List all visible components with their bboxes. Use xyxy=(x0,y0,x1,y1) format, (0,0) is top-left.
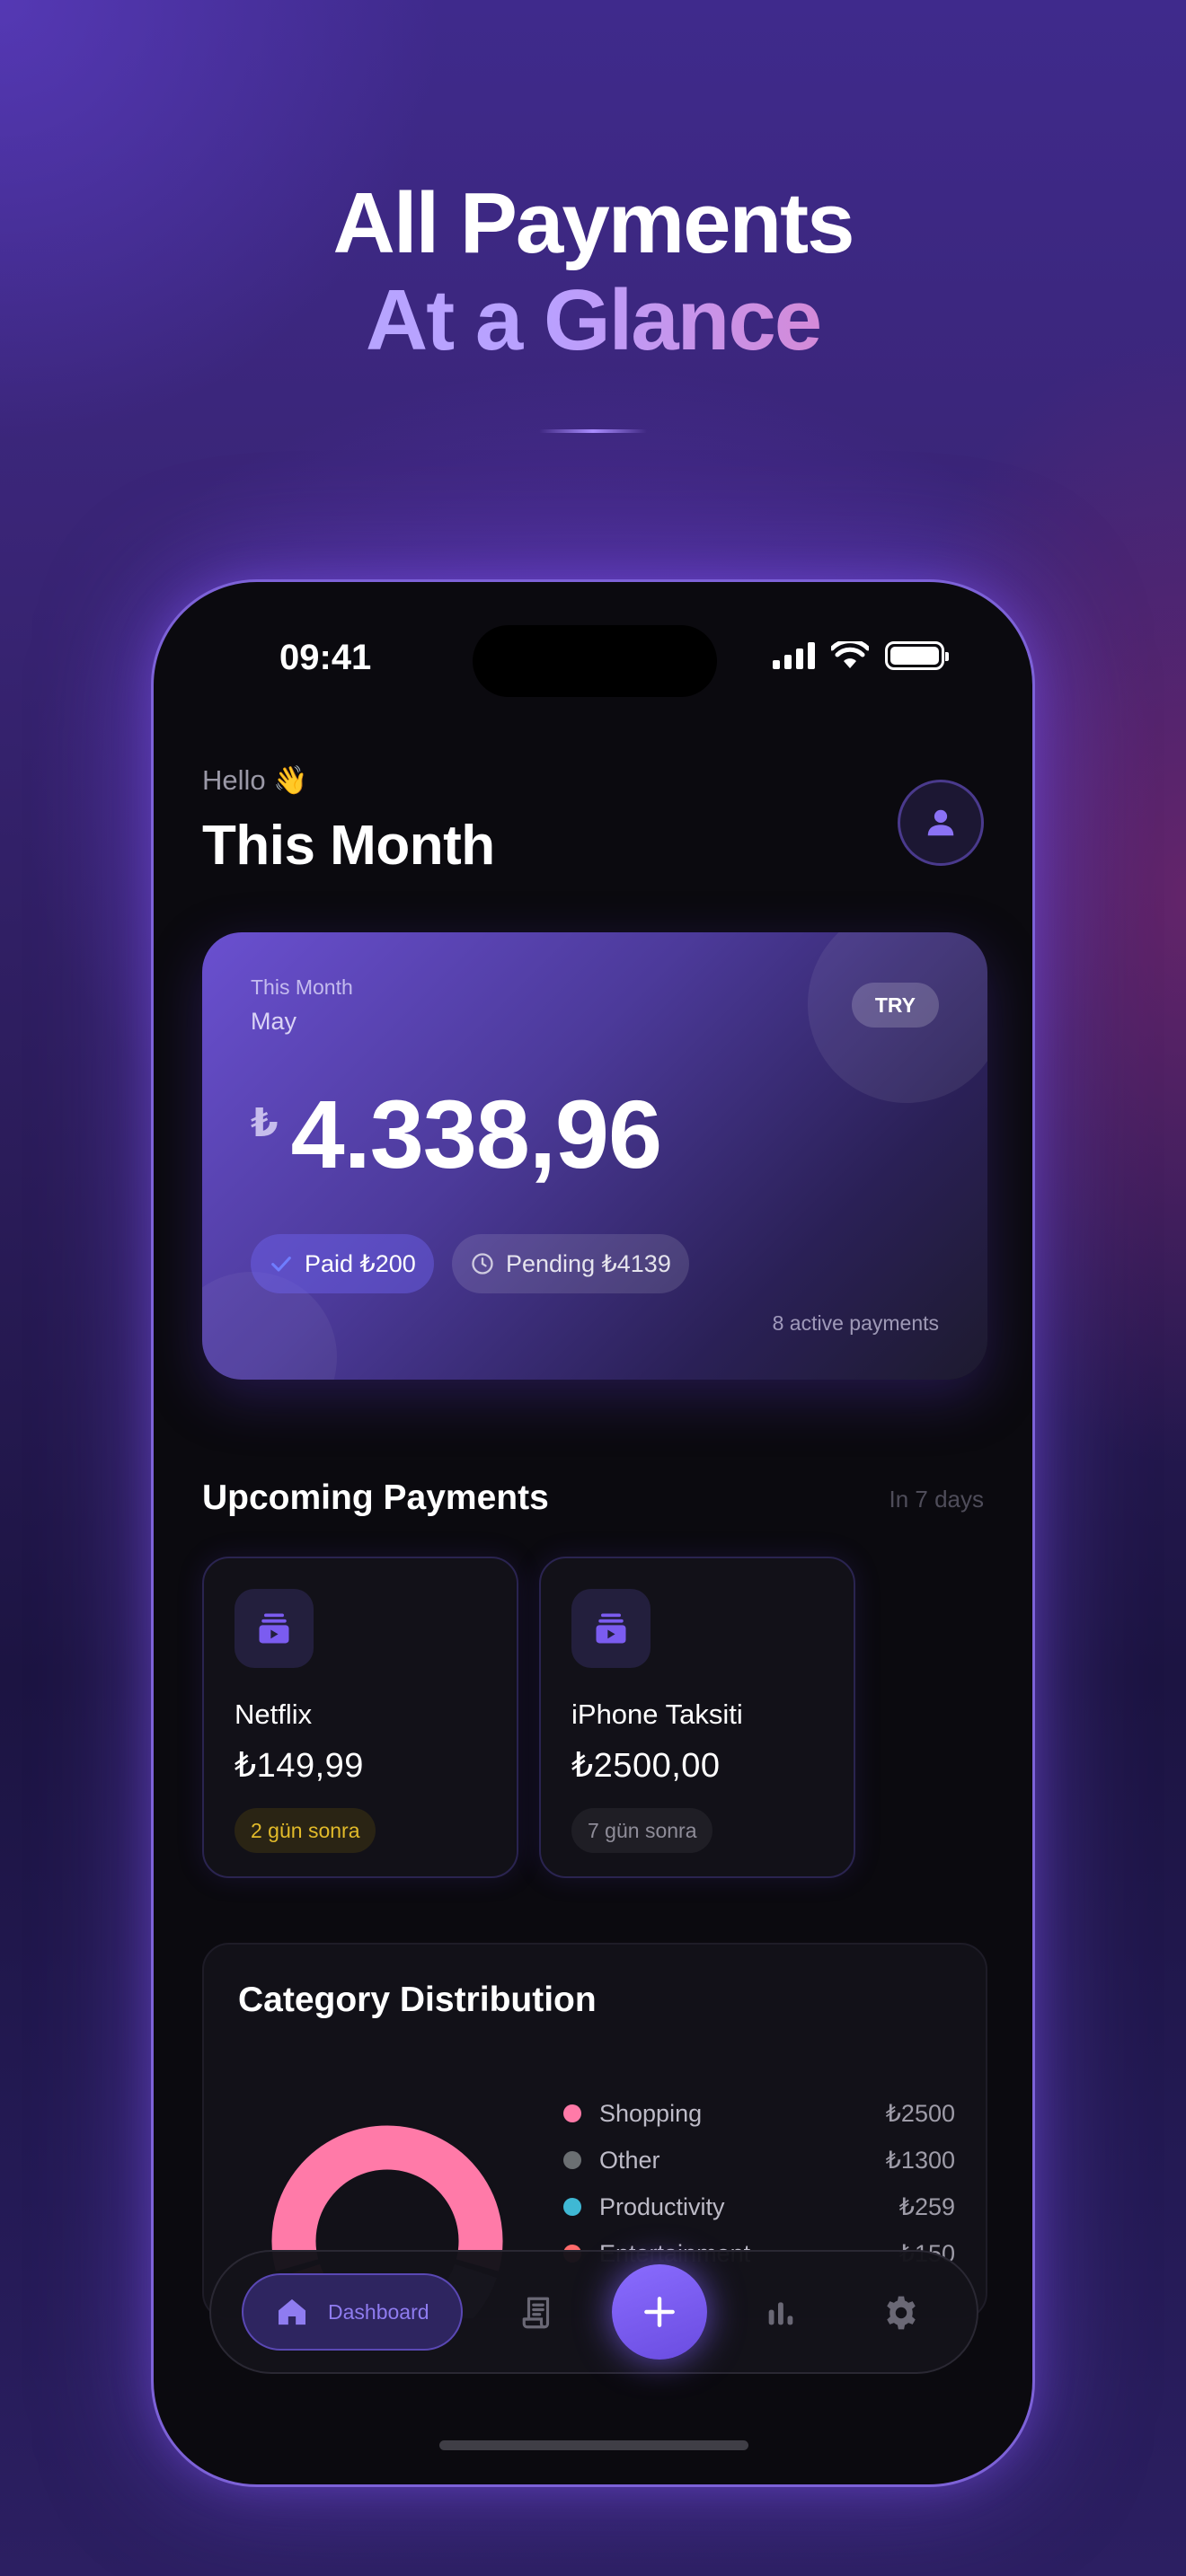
headline-divider xyxy=(539,429,647,433)
upcoming-title: Upcoming Payments xyxy=(202,1478,549,1517)
home-indicator xyxy=(439,2440,748,2450)
legend-amount: ₺2500 xyxy=(885,2099,955,2127)
dynamic-island xyxy=(473,625,717,697)
payment-name: Netflix xyxy=(235,1698,313,1730)
plus-icon xyxy=(644,2297,675,2327)
upcoming-payment-card[interactable]: Netflix ₺149,99 2 gün sonra xyxy=(202,1557,518,1878)
nav-statistics[interactable] xyxy=(756,2288,806,2338)
subscription-icon xyxy=(571,1589,651,1668)
legend-dot xyxy=(563,2198,581,2216)
legend-name: Productivity xyxy=(599,2192,725,2220)
pending-label: Pending ₺4139 xyxy=(506,1249,671,1277)
legend-amount: ₺259 xyxy=(898,2192,955,2220)
legend-dot xyxy=(563,2151,581,2169)
legend-item[interactable]: Shopping ₺2500 xyxy=(563,2090,955,2137)
battery-icon xyxy=(885,641,949,670)
paid-pill[interactable]: Paid ₺200 xyxy=(251,1234,434,1293)
legend-item[interactable]: Other ₺1300 xyxy=(563,2137,955,2183)
profile-button[interactable] xyxy=(898,780,984,866)
clock-icon xyxy=(472,1253,493,1275)
currency-symbol: ₺ xyxy=(251,1101,279,1145)
nav-transactions[interactable] xyxy=(513,2288,563,2338)
add-payment-button[interactable] xyxy=(612,2264,707,2360)
upcoming-range[interactable]: In 7 days xyxy=(889,1486,984,1513)
legend-item[interactable]: Productivity ₺259 xyxy=(563,2183,955,2230)
payment-amount: ₺2500,00 xyxy=(571,1747,721,1785)
card-month: May xyxy=(251,1008,297,1035)
due-badge: 2 gün sonra xyxy=(235,1808,376,1853)
headline-line-2: At a Glance xyxy=(365,272,822,368)
home-icon xyxy=(279,2298,305,2325)
currency-badge[interactable]: TRY xyxy=(851,983,939,1028)
legend-dot xyxy=(563,2104,581,2122)
page-title: This Month xyxy=(202,815,495,877)
upcoming-payment-card[interactable]: iPhone Taksiti ₺2500,00 7 gün sonra xyxy=(539,1557,855,1878)
phone-frame: 09:41 Hello 👋 This Month This Month May … xyxy=(151,579,1035,2487)
legend-name: Shopping xyxy=(599,2099,703,2127)
status-icons xyxy=(773,641,949,670)
amount-value: 4.338,96 xyxy=(290,1080,662,1188)
paid-label: Paid ₺200 xyxy=(305,1249,416,1277)
gear-icon xyxy=(887,2296,916,2330)
signal-icon xyxy=(773,642,815,669)
monthly-summary-card[interactable]: This Month May TRY ₺ 4.338,96 Paid ₺200 … xyxy=(202,932,987,1380)
due-badge: 7 gün sonra xyxy=(571,1808,713,1853)
nav-settings[interactable] xyxy=(876,2288,926,2338)
status-time: 09:41 xyxy=(279,638,372,677)
legend-amount: ₺1300 xyxy=(885,2146,955,2174)
user-icon xyxy=(927,809,954,836)
bottom-nav: Dashboard xyxy=(209,2250,978,2374)
check-icon xyxy=(271,1257,291,1272)
nav-dashboard[interactable]: Dashboard xyxy=(242,2273,463,2351)
pending-pill[interactable]: Pending ₺4139 xyxy=(452,1234,689,1293)
nav-dashboard-label: Dashboard xyxy=(328,2299,429,2324)
greeting: Hello 👋 xyxy=(202,764,308,796)
category-title: Category Distribution xyxy=(238,1981,597,2019)
active-payments-count: 8 active payments xyxy=(772,1311,939,1335)
card-label: This Month xyxy=(251,975,353,999)
wifi-icon xyxy=(831,641,869,668)
headline: All Payments At a Glance xyxy=(0,175,1186,369)
headline-line-1: All Payments xyxy=(332,175,855,271)
subscription-icon xyxy=(235,1589,314,1668)
payment-amount: ₺149,99 xyxy=(235,1747,364,1785)
bar-chart-icon xyxy=(768,2302,793,2325)
category-legend: Shopping ₺2500 Other ₺1300 Productivity … xyxy=(563,2090,955,2277)
total-amount: ₺ 4.338,96 xyxy=(251,1080,662,1188)
payment-name: iPhone Taksiti xyxy=(571,1698,743,1730)
receipt-icon xyxy=(522,2297,550,2329)
legend-name: Other xyxy=(599,2146,660,2174)
